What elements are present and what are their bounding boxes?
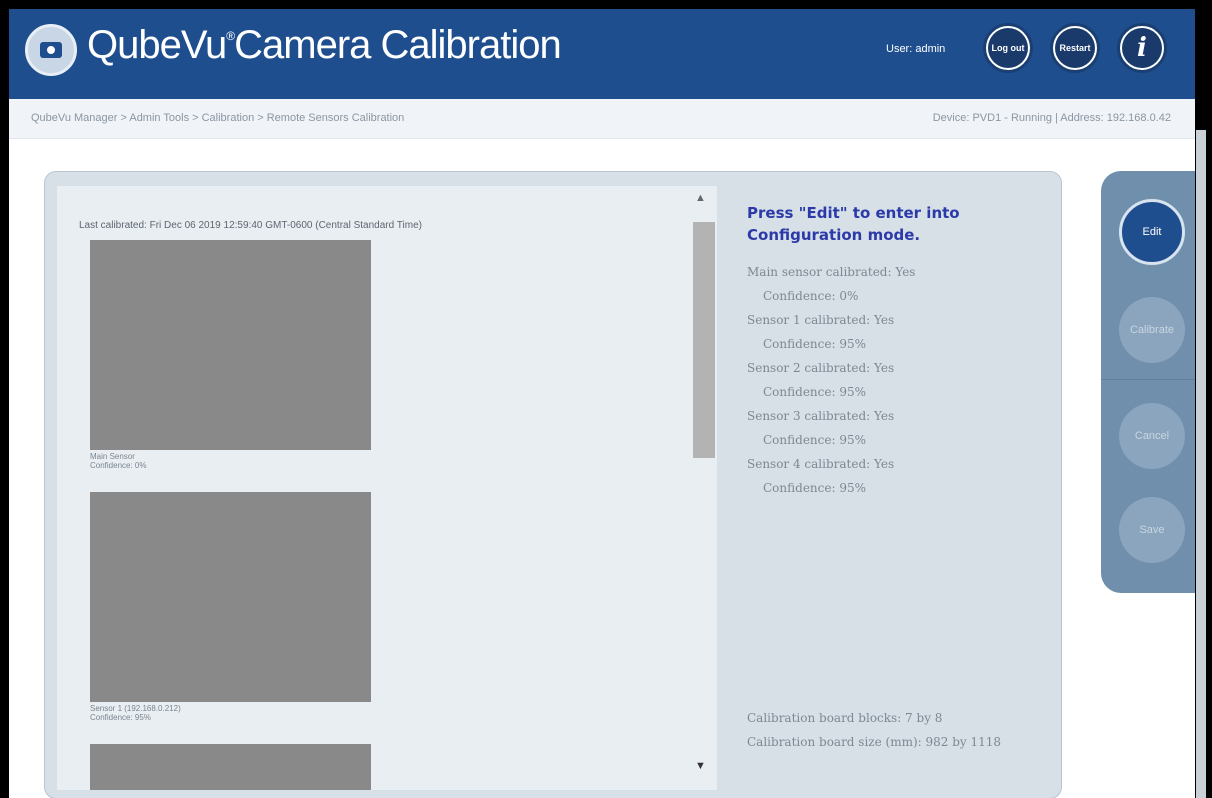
edit-instruction: Press "Edit" to enter into Configuration… <box>747 204 960 244</box>
edit-label: Edit <box>1142 226 1162 238</box>
confidence-sensor-3: Confidence: 95% <box>763 433 867 447</box>
confidence-sensor-1: Confidence: 95% <box>763 337 867 351</box>
status-sensor-1: Sensor 1 calibrated: Yes <box>747 313 895 327</box>
board-size: Calibration board size (mm): 982 by 1118 <box>747 735 1002 749</box>
edit-button[interactable]: Edit <box>1119 199 1185 265</box>
sensor-1-caption: Sensor 1 (192.168.0.212) Confidence: 95% <box>90 704 181 722</box>
last-calibrated-text: Last calibrated: Fri Dec 06 2019 12:59:4… <box>79 220 422 231</box>
device-status: Device: PVD1 - Running | Address: 192.16… <box>932 112 1171 124</box>
sensor-status-list: Main sensor calibrated: Yes Confidence: … <box>747 260 1047 500</box>
breadcrumb-bar: QubeVu Manager > Admin Tools > Calibrati… <box>9 99 1195 139</box>
sensor-2-image <box>90 744 371 790</box>
confidence-sensor-2: Confidence: 95% <box>763 385 867 399</box>
save-label: Save <box>1139 524 1165 536</box>
save-button[interactable]: Save <box>1119 497 1185 563</box>
sidebar-divider <box>1101 379 1195 380</box>
sensor-1-image <box>90 492 371 702</box>
confidence-sensor-4: Confidence: 95% <box>763 481 867 495</box>
action-sidebar: Edit Calibrate Cancel Save <box>1101 171 1195 593</box>
calibration-status-pane: Press "Edit" to enter into Configuration… <box>747 202 1047 500</box>
calibration-panel: Last calibrated: Fri Dec 06 2019 12:59:4… <box>44 171 1062 798</box>
camera-logo-icon <box>25 24 77 76</box>
sensor-image-list[interactable]: Last calibrated: Fri Dec 06 2019 12:59:4… <box>57 186 717 790</box>
calibrate-label: Calibrate <box>1129 324 1175 336</box>
info-icon: i <box>1122 28 1162 68</box>
app-window: QubeVu®Camera Calibration User: admin Lo… <box>9 9 1195 798</box>
confidence-main-sensor: Confidence: 0% <box>763 289 859 303</box>
calibration-board-info: Calibration board blocks: 7 by 8 Calibra… <box>747 706 1047 754</box>
board-blocks: Calibration board blocks: 7 by 8 <box>747 711 943 725</box>
status-sensor-2: Sensor 2 calibrated: Yes <box>747 361 895 375</box>
app-title: QubeVu®Camera Calibration <box>87 23 562 67</box>
logout-button[interactable]: Log out <box>983 23 1033 73</box>
cancel-label: Cancel <box>1134 430 1170 442</box>
info-button[interactable]: i <box>1117 23 1167 73</box>
main-sensor-image <box>90 240 371 450</box>
scroll-down-arrow-icon[interactable]: ▼ <box>695 760 706 772</box>
scrollbar-thumb[interactable] <box>693 222 715 458</box>
restart-button[interactable]: Restart <box>1050 23 1100 73</box>
status-main-sensor: Main sensor calibrated: Yes <box>747 265 916 279</box>
status-sensor-4: Sensor 4 calibrated: Yes <box>747 457 895 471</box>
app-header: QubeVu®Camera Calibration User: admin Lo… <box>9 9 1195 99</box>
main-sensor-caption: Main Sensor Confidence: 0% <box>90 452 147 470</box>
restart-label: Restart <box>1055 28 1095 68</box>
logout-label: Log out <box>988 28 1028 68</box>
status-sensor-3: Sensor 3 calibrated: Yes <box>747 409 895 423</box>
breadcrumb[interactable]: QubeVu Manager > Admin Tools > Calibrati… <box>31 112 404 124</box>
cancel-button[interactable]: Cancel <box>1119 403 1185 469</box>
page-scrollbar[interactable] <box>1196 130 1206 798</box>
user-label: User: admin <box>886 43 946 55</box>
calibrate-button[interactable]: Calibrate <box>1119 297 1185 363</box>
scroll-up-arrow-icon[interactable]: ▲ <box>695 192 706 204</box>
